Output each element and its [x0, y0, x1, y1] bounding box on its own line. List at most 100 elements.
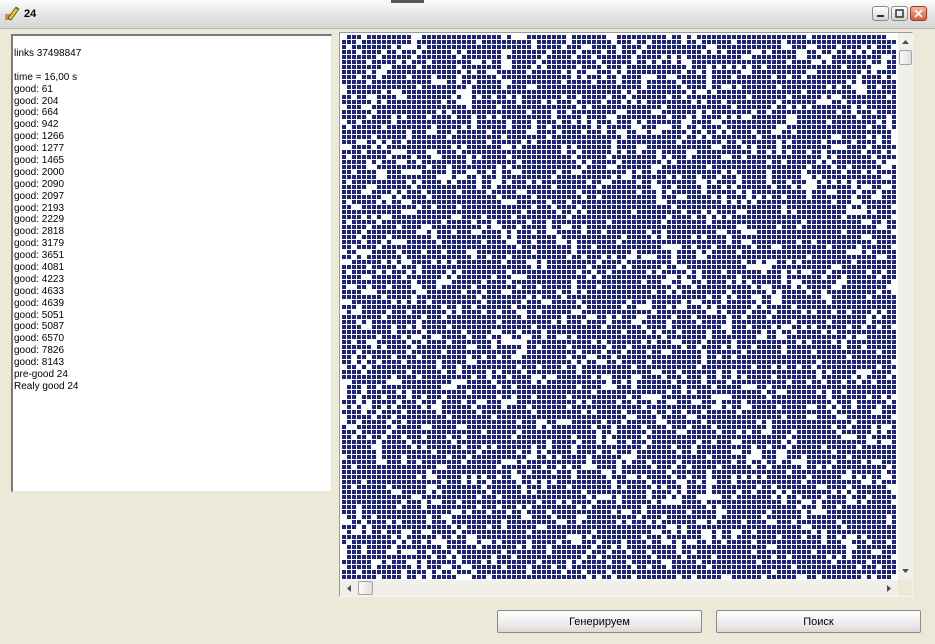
grid-cell — [717, 140, 721, 144]
grid-cell — [387, 95, 391, 99]
grid-cell — [787, 225, 791, 229]
grid-cell — [342, 230, 346, 234]
grid-cell — [497, 90, 501, 94]
grid-cell — [647, 115, 651, 119]
grid-cell — [802, 85, 806, 89]
grid-cell — [802, 80, 806, 84]
grid-cell — [842, 110, 846, 114]
grid-cell — [427, 260, 431, 264]
grid-cell — [497, 290, 501, 294]
grid-cell — [747, 200, 751, 204]
grid-cell — [552, 40, 556, 44]
grid-cell — [577, 140, 581, 144]
grid-cell — [357, 280, 361, 284]
grid-cell — [707, 285, 711, 289]
grid-cell — [367, 140, 371, 144]
grid-cell — [887, 45, 891, 49]
grid-cell — [457, 250, 461, 254]
grid-cell — [747, 125, 751, 129]
grid-cell — [512, 45, 516, 49]
grid-cell — [377, 120, 381, 124]
grid-cell — [832, 290, 836, 294]
grid-cell — [867, 255, 871, 259]
grid-cell — [702, 95, 706, 99]
grid-cell — [602, 110, 606, 114]
grid-cell — [887, 75, 891, 79]
grid-cell — [647, 100, 651, 104]
grid-cell — [437, 250, 441, 254]
log-line: good: 942 — [14, 119, 81, 131]
grid-cell — [792, 80, 796, 84]
grid-cell — [832, 240, 836, 244]
grid-cell — [757, 95, 761, 99]
grid-cell — [567, 205, 571, 209]
grid-cell — [382, 180, 386, 184]
grid-cell — [577, 110, 581, 114]
grid-cell — [612, 190, 616, 194]
grid-cell — [537, 250, 541, 254]
grid-cell — [427, 215, 431, 219]
grid-cell — [482, 145, 486, 149]
grid-cell — [342, 80, 346, 84]
grid-cell — [767, 140, 771, 144]
grid-cell — [692, 255, 696, 259]
grid-cell — [352, 235, 356, 239]
grid-cell — [737, 270, 741, 274]
grid-cell — [747, 160, 751, 164]
grid-cell — [732, 255, 736, 259]
grid-cell — [667, 145, 671, 149]
grid-cell — [667, 220, 671, 224]
grid-cell — [677, 65, 681, 69]
grid-cell — [612, 215, 616, 219]
grid-cell — [342, 110, 346, 114]
grid-cell — [392, 70, 396, 74]
grid-cell — [677, 50, 681, 54]
grid-cell — [772, 95, 776, 99]
grid-cell — [512, 75, 516, 79]
grid-cell — [457, 225, 461, 229]
grid-cell — [502, 150, 506, 154]
log-textarea[interactable]: links 37498847time = 16,00 sgood: 61good… — [11, 34, 332, 492]
grid-cell — [802, 190, 806, 194]
grid-cell — [762, 120, 766, 124]
grid-cell — [452, 165, 456, 169]
grid-cell — [417, 130, 421, 134]
minimize-button[interactable] — [872, 6, 889, 21]
title-bar[interactable]: 24 — [0, 0, 935, 29]
grid-cell — [757, 130, 761, 134]
grid-cell — [857, 290, 861, 294]
grid-cell — [452, 200, 456, 204]
close-button[interactable] — [910, 6, 927, 21]
grid-cell — [357, 220, 361, 224]
grid-cell — [697, 295, 701, 299]
grid-cell — [857, 155, 861, 159]
grid-cell — [502, 285, 506, 289]
grid-cell — [807, 50, 811, 54]
grid-cell — [417, 220, 421, 224]
grid-cell — [757, 70, 761, 74]
grid-cell — [737, 235, 741, 239]
grid-cell — [627, 220, 631, 224]
grid-cell — [697, 215, 701, 219]
grid-cell — [702, 285, 706, 289]
grid-cell — [527, 160, 531, 164]
grid-cell — [507, 260, 511, 264]
grid-cell — [857, 175, 861, 179]
grid-cell — [647, 190, 651, 194]
grid-cell — [847, 215, 851, 219]
grid-cell — [532, 95, 536, 99]
grid-cell — [462, 285, 466, 289]
grid-cell — [547, 240, 551, 244]
grid-cell — [842, 235, 846, 239]
grid-cell — [827, 75, 831, 79]
cell-grid-panel[interactable] — [339, 32, 913, 597]
grid-cell — [587, 155, 591, 159]
grid-cell — [522, 130, 526, 134]
grid-cell — [357, 300, 361, 304]
grid-cell — [577, 70, 581, 74]
grid-cell — [722, 80, 726, 84]
grid-cell — [717, 155, 721, 159]
maximize-button[interactable] — [891, 6, 908, 21]
grid-cell — [497, 255, 501, 259]
grid-cell — [452, 65, 456, 69]
